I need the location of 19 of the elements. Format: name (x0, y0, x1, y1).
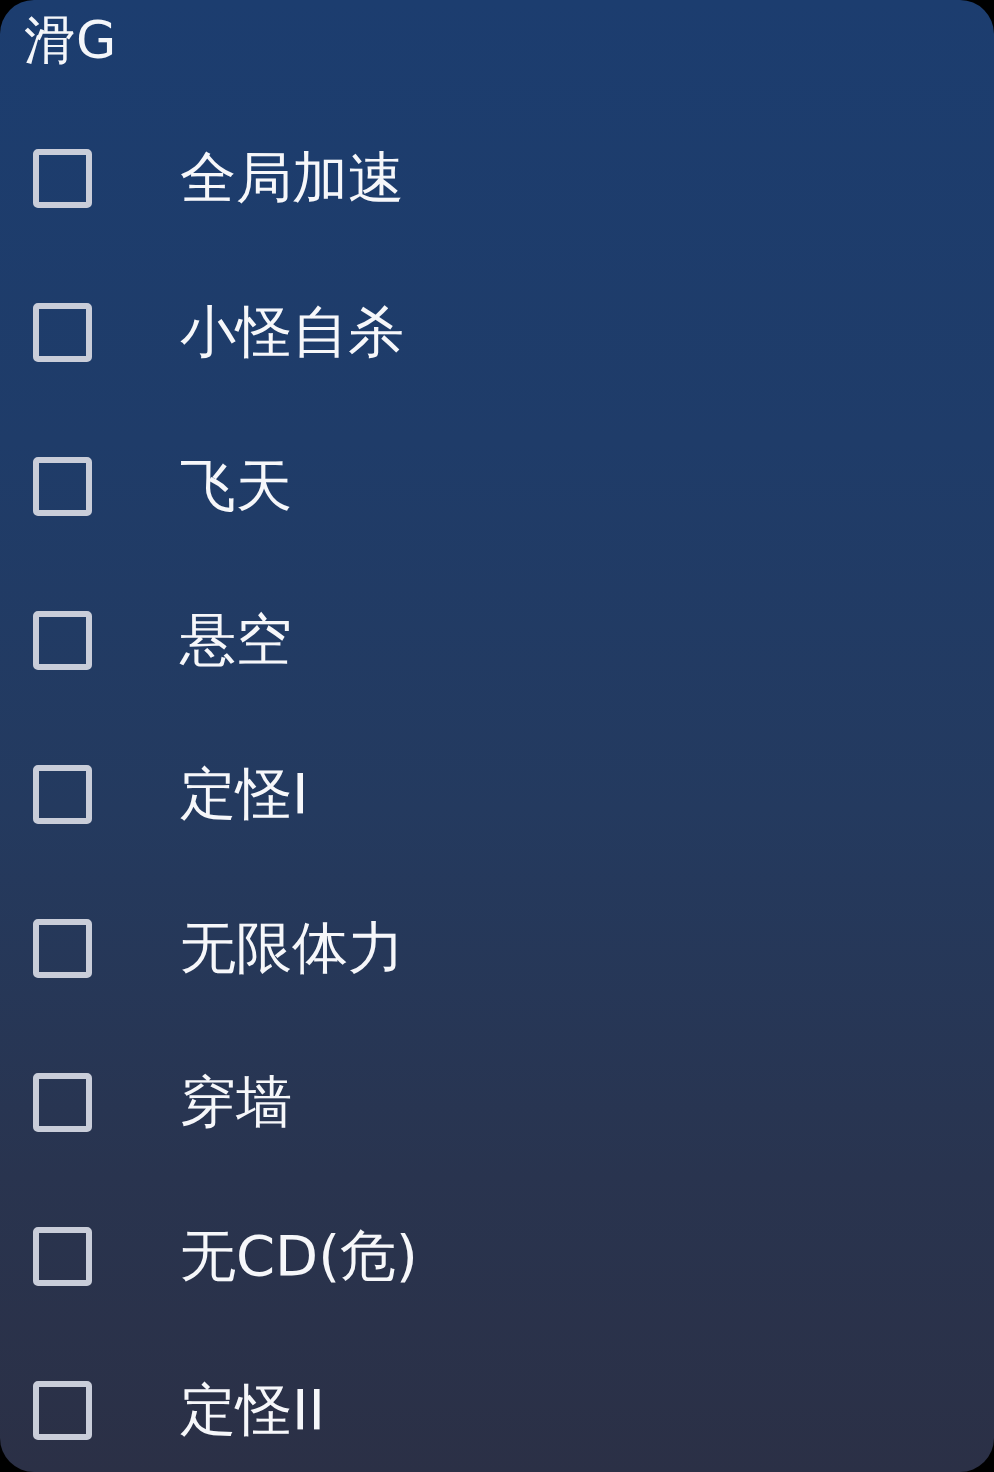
option-label[interactable]: 无CD(危) (180, 1225, 418, 1287)
checkbox[interactable] (33, 918, 92, 978)
checkbox[interactable] (33, 456, 92, 516)
option-label[interactable]: 全局加速 (180, 147, 404, 209)
option-label[interactable]: 小怪自杀 (180, 301, 404, 363)
checkbox[interactable] (33, 1380, 92, 1440)
option-label[interactable]: 定怪I (180, 763, 309, 825)
option-label[interactable]: 悬空 (180, 609, 292, 671)
checkbox[interactable] (33, 302, 92, 362)
panel-title: 滑G (24, 13, 117, 66)
option-label[interactable]: 定怪II (180, 1379, 326, 1441)
option-label[interactable]: 穿墙 (180, 1071, 292, 1133)
checkbox[interactable] (33, 1226, 92, 1286)
checkbox[interactable] (33, 610, 92, 670)
option-label[interactable]: 飞天 (180, 455, 292, 517)
option-label[interactable]: 无限体力 (180, 917, 404, 979)
checkbox[interactable] (33, 148, 92, 208)
checkbox[interactable] (33, 764, 92, 824)
checkbox[interactable] (33, 1072, 92, 1132)
